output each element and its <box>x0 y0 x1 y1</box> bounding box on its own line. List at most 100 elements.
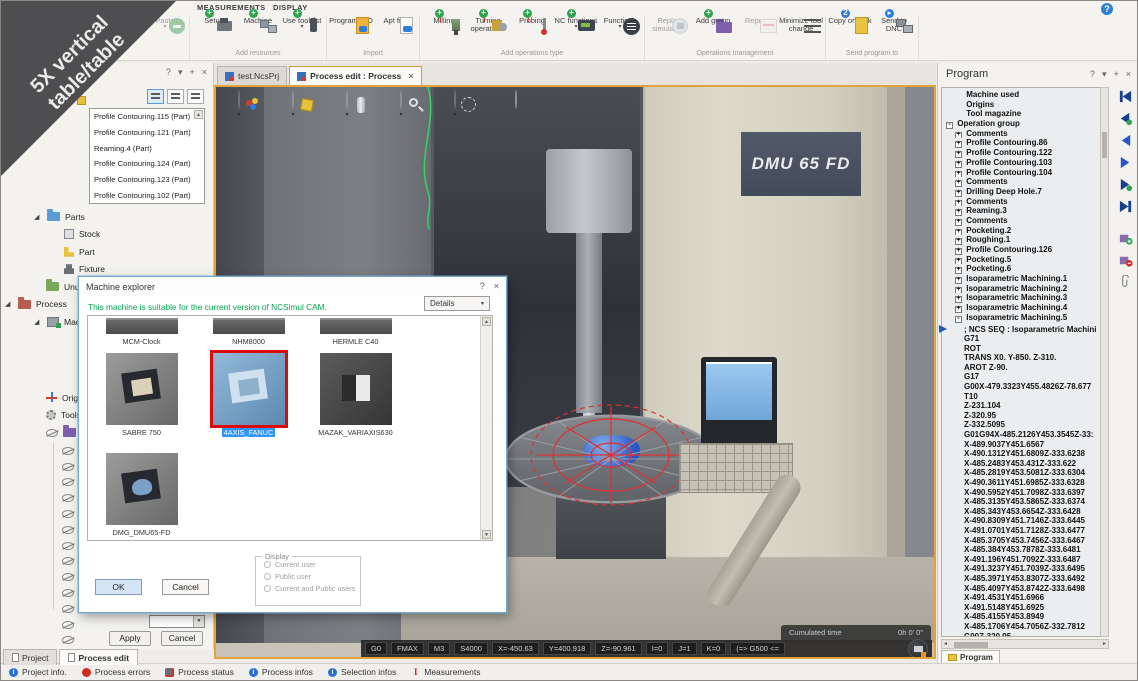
gcode-line[interactable]: X-485.3135Y453.5865Z-333.6374 <box>964 497 1104 507</box>
program-tree-item[interactable]: + Reaming.3 <box>955 206 1104 216</box>
expander-icon[interactable]: + <box>955 171 962 178</box>
panel-menu-icon[interactable]: ▾ <box>1102 69 1107 80</box>
operation-list-item[interactable]: Profile Contouring.102 (Part) <box>90 188 204 204</box>
machine-button[interactable]: Machine <box>236 16 280 25</box>
play-forward-icon[interactable] <box>1118 155 1133 170</box>
gcode-line[interactable]: X-485.384Y453.7878Z-333.6481 <box>964 545 1104 555</box>
gcode-line[interactable]: T10 <box>964 392 1104 402</box>
program-tree-item[interactable]: + Isoparametric Machining.1 <box>955 274 1104 284</box>
expander-icon[interactable]: ◢ <box>34 213 42 221</box>
probing-button[interactable]: Probing <box>510 16 554 25</box>
program-tree-item[interactable]: + Profile Contouring.104 <box>955 168 1104 178</box>
program-tree-item[interactable]: + Profile Contouring.126 <box>955 245 1104 255</box>
gcode-line[interactable]: X-485.4155Y453.8949 <box>964 612 1104 622</box>
program-tree-item[interactable]: + Drilling Deep Hole.7 <box>955 187 1104 197</box>
status-bar-item[interactable]: Process errors <box>82 667 150 677</box>
play-backward-icon[interactable] <box>1118 133 1133 148</box>
goto-first-icon[interactable] <box>1118 89 1133 104</box>
gcode-line[interactable]: X-490.3611Y451.6985Z-333.6328 <box>964 478 1104 488</box>
panel-help-icon[interactable]: ? <box>166 67 171 78</box>
program-tree-item[interactable]: + Isoparametric Machining.4 <box>955 303 1104 313</box>
scroll-up-icon[interactable]: ▲ <box>482 317 491 326</box>
machine-list-scrollbar[interactable]: ▲ ▼ <box>480 316 492 540</box>
operation-list-item[interactable]: Profile Contouring.121 (Part) <box>90 125 204 141</box>
program-tree-item[interactable]: + Profile Contouring.122 <box>955 148 1104 158</box>
tool-display-button[interactable]: ▾ <box>332 91 362 118</box>
expander-icon[interactable]: + <box>955 161 962 168</box>
gcode-line[interactable]: ; NCS SEQ : Isoparametric Machini <box>964 325 1104 335</box>
tab-test-ncsprj[interactable]: test.NcsPrj <box>217 66 287 85</box>
expander-icon[interactable]: - <box>955 316 962 323</box>
gcode-line[interactable]: X-491.3237Y451.7039Z-333.6495 <box>964 564 1104 574</box>
gcode-line[interactable]: G00Z-320.95 <box>964 632 1104 638</box>
use-tool-list-button[interactable]: Use tool list ▾ <box>280 16 324 30</box>
operation-list-item[interactable]: Profile Contouring.124 (Part) <box>90 156 204 172</box>
tab-process-edit[interactable]: Process edit : Process × <box>289 66 421 85</box>
dialog-cancel-button[interactable]: Cancel <box>162 579 209 595</box>
gcode-line[interactable]: X-485.2483Y453.431Z-333.622 <box>964 459 1104 469</box>
dialog-close-icon[interactable]: × <box>494 281 499 291</box>
tab-project[interactable]: Project <box>3 649 57 665</box>
expander-icon[interactable]: + <box>955 287 962 294</box>
machine-item[interactable]: 4AXIS_FANUC <box>195 353 302 437</box>
expander-icon[interactable]: + <box>955 180 962 187</box>
gcode-line[interactable]: X-490.1312Y451.6809Z-333.6238 <box>964 449 1104 459</box>
machine-item[interactable]: DMG_DMU65-FD <box>88 453 195 537</box>
program-tree-item[interactable]: + Isoparametric Machining.3 <box>955 293 1104 303</box>
tree-combobox[interactable]: ▼ <box>149 615 205 628</box>
rotate-view-button[interactable]: ▾ <box>440 91 470 118</box>
machine-item[interactable]: SABRE 750 <box>88 353 195 437</box>
program-tree-item[interactable]: Tool magazine <box>955 109 1104 119</box>
copy-on-disk-button[interactable]: Copy on disk <box>828 16 872 25</box>
program-tree-item[interactable]: + Pocketing.2 <box>955 226 1104 236</box>
functions-button[interactable]: Functions ▾ <box>598 16 642 30</box>
tree-item-parts[interactable]: ◢ Parts <box>1 208 213 226</box>
status-bar-item[interactable]: Measurements <box>411 667 480 677</box>
expander-icon[interactable]: + <box>955 132 962 139</box>
scroll-right-icon[interactable]: ► <box>1102 641 1107 647</box>
gcode-line[interactable]: X-485.343Y453.6654Z-333.6428 <box>964 507 1104 517</box>
zoom-button[interactable]: ▾ <box>386 91 416 118</box>
nc-functions-button[interactable]: NC functions ▾ <box>554 16 598 30</box>
program-tree-item[interactable]: + Pocketing.5 <box>955 255 1104 265</box>
program-iso-button[interactable]: Program ISO <box>329 16 373 25</box>
gcode-line[interactable]: X-491.5148Y451.6925 <box>964 603 1104 613</box>
replay-simulation-button[interactable]: Replay simulation <box>647 16 691 34</box>
apply-button[interactable]: Apply <box>109 631 151 646</box>
minimize-tool-change-button[interactable]: Minimize tool change <box>779 16 823 34</box>
panel-pin-icon[interactable]: + <box>1113 69 1118 80</box>
display-modes-button[interactable]: ▾ <box>224 91 254 118</box>
expander-icon[interactable]: + <box>955 306 962 313</box>
list-view-toggle-2[interactable] <box>167 89 184 104</box>
tree-item-part[interactable]: Part <box>1 243 213 261</box>
gcode-line[interactable]: G17 <box>964 372 1104 382</box>
program-vertical-scrollbar[interactable] <box>1100 87 1109 637</box>
gcode-line[interactable]: G00X-479.3323Y455.4826Z-78.677 <box>964 382 1104 392</box>
expander-icon[interactable]: + <box>955 248 962 255</box>
program-tree-item[interactable]: + Comments <box>955 216 1104 226</box>
program-tree-item[interactable]: + Comments <box>955 129 1104 139</box>
close-icon[interactable]: × <box>408 71 413 81</box>
panel-help-icon[interactable]: ? <box>1090 69 1095 80</box>
turning-operations-button[interactable]: Turning operations <box>466 16 510 34</box>
list-view-toggle-3[interactable] <box>187 89 204 104</box>
machine-item[interactable]: NHM8000 <box>195 318 302 346</box>
status-bar-item[interactable]: Process infos <box>249 667 313 677</box>
expander-icon[interactable]: ◢ <box>5 300 13 308</box>
program-tree-item[interactable]: - Operation group <box>946 119 1104 129</box>
gcode-line[interactable]: X-485.1706Y454.7056Z-332.7812 <box>964 622 1104 632</box>
previous-breakpoint-icon[interactable] <box>1118 111 1133 126</box>
ok-button[interactable]: OK <box>95 579 142 595</box>
program-bottom-tab[interactable]: Program <box>941 650 1000 664</box>
gcode-line[interactable]: G71 <box>964 334 1104 344</box>
program-tree-item[interactable]: Origins <box>955 100 1104 110</box>
stock-display-button[interactable]: ▾ <box>278 91 308 118</box>
machine-item[interactable]: MAZAK_VARIAXIS630 <box>302 353 409 437</box>
tree-item-stock[interactable]: Stock <box>1 226 213 244</box>
gcode-line[interactable]: X-485.4097Y453.8742Z-333.6498 <box>964 584 1104 594</box>
cancel-button[interactable]: Cancel <box>161 631 203 646</box>
goto-last-icon[interactable] <box>1118 199 1133 214</box>
gcode-line[interactable]: X-490.8309Y451.7146Z-333.6445 <box>964 516 1104 526</box>
expander-icon[interactable]: + <box>955 151 962 158</box>
panel-close-icon[interactable]: × <box>1126 69 1131 80</box>
